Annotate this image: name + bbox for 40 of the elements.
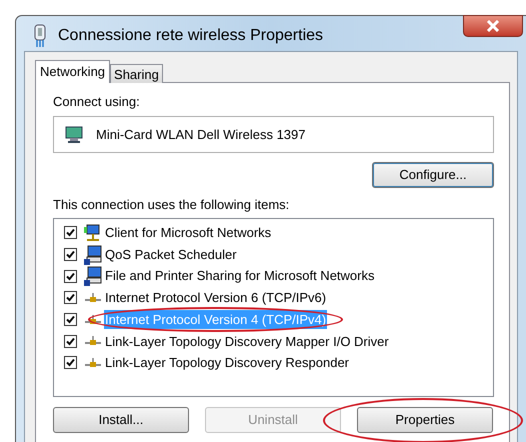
dialog-button[interactable]: Install... xyxy=(53,407,189,433)
protocol-icon xyxy=(84,336,102,346)
checkmark-icon xyxy=(66,336,75,346)
tab[interactable]: Networking xyxy=(35,60,110,83)
close-button[interactable] xyxy=(463,15,523,37)
list-item[interactable]: Internet Protocol Version 6 (TCP/IPv6) xyxy=(104,288,328,308)
network-adapter-icon xyxy=(34,24,46,48)
checkmark-icon xyxy=(66,358,75,368)
list-item[interactable]: Link-Layer Topology Discovery Mapper I/O Driver xyxy=(104,332,390,352)
checkmark-icon xyxy=(66,250,75,260)
checkbox[interactable] xyxy=(64,226,77,240)
dialog-button[interactable]: Properties xyxy=(357,407,493,433)
checkbox[interactable] xyxy=(64,270,77,283)
window-title: Connessione rete wireless Properties xyxy=(58,26,324,46)
network-client-icon xyxy=(84,224,102,242)
checkbox[interactable] xyxy=(64,313,77,326)
checkbox[interactable] xyxy=(64,291,77,304)
adapter-name: Mini-Card WLAN Dell Wireless 1397 xyxy=(96,126,306,144)
close-icon xyxy=(486,20,500,32)
list-item[interactable]: File and Printer Sharing for Microsoft Networks xyxy=(104,266,376,286)
checkbox[interactable] xyxy=(64,248,77,262)
protocol-icon xyxy=(84,314,102,325)
list-item[interactable]: Link-Layer Topology Discovery Responder xyxy=(104,353,350,373)
checkbox[interactable] xyxy=(64,334,77,348)
checkmark-icon xyxy=(66,272,75,281)
network-adapter-icon xyxy=(64,124,84,144)
list-item[interactable]: Client for Microsoft Networks xyxy=(104,223,272,243)
checkmark-icon xyxy=(66,293,75,302)
configure-button[interactable]: Configure... xyxy=(372,162,494,188)
protocol-icon xyxy=(84,292,102,303)
checkmark-icon xyxy=(66,228,75,238)
checkmark-icon xyxy=(66,315,75,324)
section-label: Connect using: xyxy=(53,93,141,110)
checkbox[interactable] xyxy=(64,356,77,370)
list-item[interactable]: QoS Packet Scheduler xyxy=(104,244,238,264)
tab[interactable]: Sharing xyxy=(110,64,163,83)
protocol-icon xyxy=(84,358,102,368)
computer-icon xyxy=(84,266,102,286)
computer-icon xyxy=(84,244,102,265)
section-label: This connection uses the following items: xyxy=(53,196,290,212)
